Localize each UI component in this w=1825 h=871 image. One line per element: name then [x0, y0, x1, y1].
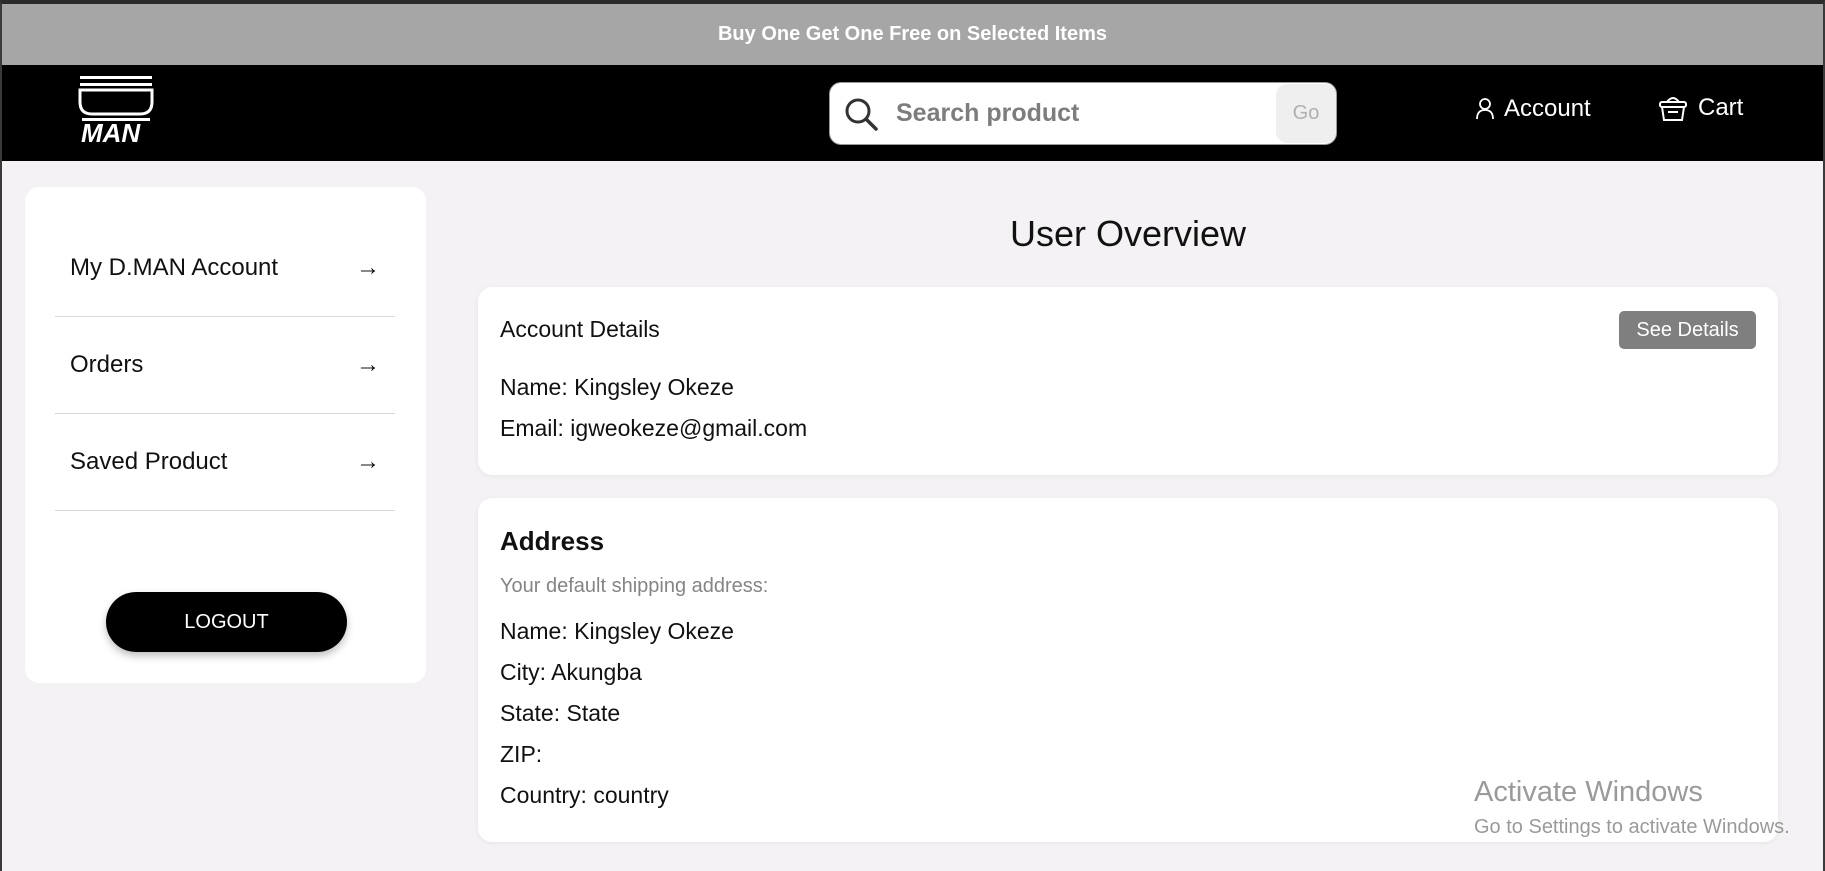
arrow-right-icon: →	[356, 254, 380, 281]
account-link[interactable]: Account	[1476, 95, 1591, 123]
search-input[interactable]	[896, 83, 1276, 144]
account-name: Name: Kingsley Okeze	[500, 374, 734, 400]
user-icon	[1476, 98, 1494, 120]
cart-label: Cart	[1698, 94, 1744, 121]
cart-basket-icon	[1659, 97, 1687, 121]
promo-text: Buy One Get One Free on Selected Items	[717, 23, 1107, 45]
browser-viewport: Buy One Get One Free on Selected Items M…	[0, 0, 1825, 871]
account-sidebar: My D.MAN Account → Orders → Saved Produc…	[25, 187, 426, 683]
search-go-button[interactable]: Go	[1276, 84, 1336, 143]
address-city: City: Akungba	[500, 659, 642, 685]
page-title: User Overview	[1009, 213, 1247, 254]
sidebar-item-my-account[interactable]: My D.MAN Account →	[55, 220, 395, 317]
address-heading: Address	[500, 526, 605, 556]
sidebar-item-saved-product[interactable]: Saved Product →	[55, 414, 395, 511]
activate-windows-title: Activate Windows	[1474, 776, 1703, 808]
site-header: MAN Go Account	[2, 65, 1823, 161]
account-details-heading: Account Details	[500, 316, 660, 342]
sidebar-item-label: Saved Product	[70, 448, 228, 475]
arrow-right-icon: →	[356, 351, 380, 378]
logo-text: MAN	[81, 118, 141, 146]
address-name: Name: Kingsley Okeze	[500, 618, 734, 644]
sidebar-item-label: My D.MAN Account	[70, 254, 279, 281]
address-zip: ZIP:	[500, 741, 543, 767]
search-icon	[845, 98, 878, 131]
account-email: Email: igweokeze@gmail.com	[500, 415, 808, 441]
address-country: Country: country	[500, 782, 669, 808]
address-state: State: State	[500, 700, 621, 726]
see-details-button[interactable]: See Details	[1619, 311, 1756, 349]
sidebar-item-orders[interactable]: Orders →	[55, 317, 395, 414]
address-subtitle: Your default shipping address:	[500, 575, 769, 597]
account-details-card: Account Details See Details Name: Kingsl…	[478, 287, 1778, 475]
promo-banner: Buy One Get One Free on Selected Items	[2, 4, 1823, 65]
logout-button[interactable]: LOGOUT	[106, 592, 347, 652]
sidebar-item-label: Orders	[70, 351, 144, 378]
cart-link[interactable]: Cart	[1658, 93, 1743, 123]
activate-windows-subtitle: Go to Settings to activate Windows.	[1474, 816, 1790, 838]
account-label: Account	[1504, 95, 1591, 122]
arrow-right-icon: →	[356, 448, 380, 475]
dman-logo[interactable]: MAN	[78, 74, 154, 146]
search-bar: Go	[829, 82, 1337, 145]
